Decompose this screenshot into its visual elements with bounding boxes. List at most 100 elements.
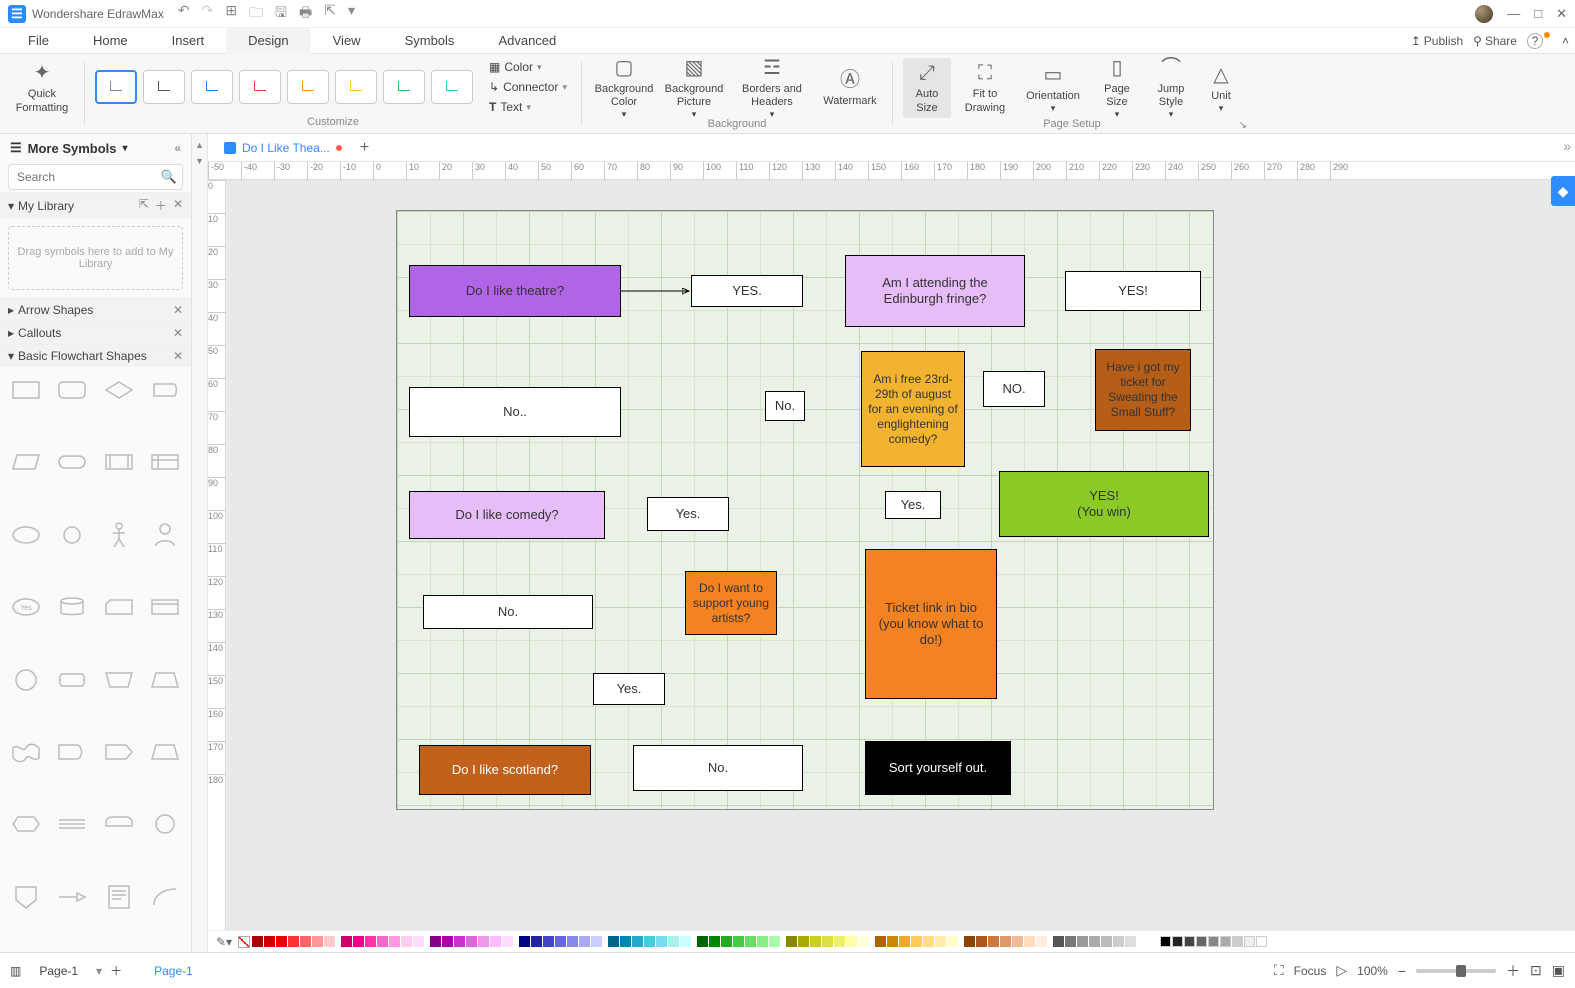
menu-design[interactable]: Design [226, 28, 310, 54]
swatch[interactable] [834, 936, 845, 947]
close-section-icon[interactable]: ✕ [173, 326, 183, 340]
maximize-button[interactable]: □ [1534, 6, 1542, 21]
swatch-bw[interactable] [1256, 936, 1267, 947]
swatch-bw[interactable] [1244, 936, 1255, 947]
node-yes2[interactable]: YES! [1065, 271, 1201, 311]
swatch[interactable] [988, 936, 999, 947]
theme-tile-5[interactable] [287, 70, 329, 104]
swatch[interactable] [478, 936, 489, 947]
shape-ellipse[interactable] [6, 518, 46, 552]
menu-symbols[interactable]: Symbols [383, 28, 477, 54]
shape-lines[interactable] [52, 807, 92, 841]
close-button[interactable]: ✕ [1556, 6, 1567, 22]
swatch[interactable] [899, 936, 910, 947]
shape-decision[interactable] [99, 373, 139, 407]
shape-database[interactable] [52, 590, 92, 624]
fullscreen-icon[interactable]: ⛶ [1274, 962, 1284, 979]
shape-person[interactable] [99, 518, 139, 552]
fit-drawing-button[interactable]: ⛶Fit to Drawing [957, 58, 1013, 118]
swatch[interactable] [1077, 936, 1088, 947]
add-doc-button[interactable]: + [360, 139, 369, 157]
avatar[interactable] [1475, 5, 1493, 23]
menu-home[interactable]: Home [71, 28, 150, 54]
swatch[interactable] [923, 936, 934, 947]
swatch-bw[interactable] [1196, 936, 1207, 947]
swatch[interactable] [769, 936, 780, 947]
swatch[interactable] [579, 936, 590, 947]
theme-tile-6[interactable] [335, 70, 377, 104]
shape-terminator[interactable] [52, 445, 92, 479]
page-size-button[interactable]: ▯Page Size▾ [1093, 58, 1141, 118]
swatch[interactable] [875, 936, 886, 947]
swatch[interactable] [454, 936, 465, 947]
swatch[interactable] [786, 936, 797, 947]
section-my-library[interactable]: ▾My Library ⇱＋✕ [0, 192, 191, 218]
swatch[interactable] [1125, 936, 1136, 947]
save-button[interactable]: 🖫 [275, 2, 287, 26]
print-button[interactable]: 🖶 [299, 2, 312, 26]
swatch[interactable] [911, 936, 922, 947]
swatch[interactable] [680, 936, 691, 947]
shape-internal[interactable] [145, 445, 185, 479]
swatch[interactable] [401, 936, 412, 947]
node-no-tiny[interactable]: No. [765, 391, 805, 421]
shape-merge[interactable] [52, 880, 92, 914]
node-yes-support[interactable]: Yes. [593, 673, 665, 705]
export-button[interactable]: ⇱ [324, 2, 336, 26]
swatch-bw[interactable] [1160, 936, 1171, 947]
section-arrow-shapes[interactable]: ▸Arrow Shapes✕ [0, 298, 191, 321]
node-win[interactable]: YES! (You win) [999, 471, 1209, 537]
connector-dropdown[interactable]: ↳Connector▾ [485, 78, 571, 96]
swatch-bw[interactable] [1184, 936, 1195, 947]
eyedropper-icon[interactable]: ✎▾ [216, 935, 232, 949]
swatch[interactable] [1101, 936, 1112, 947]
auto-size-button[interactable]: ⤢Auto Size [903, 58, 951, 118]
new-button[interactable]: ⊞ [225, 2, 237, 26]
swatch[interactable] [442, 936, 453, 947]
help-button[interactable]: ? [1527, 33, 1552, 49]
shape-arc[interactable] [145, 880, 185, 914]
node-no-big[interactable]: No.. [409, 387, 621, 437]
open-button[interactable]: 🗀 [249, 2, 263, 26]
swatch[interactable] [858, 936, 869, 947]
shape-tag[interactable] [99, 735, 139, 769]
swatch[interactable] [591, 936, 602, 947]
swatch-bw[interactable] [1172, 936, 1183, 947]
node-free-dates[interactable]: Am i free 23rd-29th of august for an eve… [861, 351, 965, 467]
section-callouts[interactable]: ▸Callouts✕ [0, 321, 191, 344]
swatch[interactable] [947, 936, 958, 947]
swatch[interactable] [822, 936, 833, 947]
swatch[interactable] [798, 936, 809, 947]
swatch[interactable] [697, 936, 708, 947]
swatch[interactable] [300, 936, 311, 947]
page-name[interactable]: Page-1 [29, 962, 88, 980]
spinner-up[interactable]: ▲ [195, 140, 204, 150]
theme-tile-8[interactable] [431, 70, 473, 104]
close-section-icon[interactable]: ✕ [173, 303, 183, 317]
more-symbols-header[interactable]: ☰ More Symbols▾ « [0, 134, 191, 162]
shape-offpage[interactable] [6, 880, 46, 914]
canvas[interactable]: Do I like theatre? YES. Am I attending t… [226, 180, 1575, 930]
zoom-in-button[interactable]: ＋ [1506, 961, 1520, 981]
fit-page-icon[interactable]: ⊡ [1530, 962, 1542, 979]
swatch[interactable] [502, 936, 513, 947]
swatch[interactable] [389, 936, 400, 947]
shape-data[interactable] [6, 445, 46, 479]
qat-more[interactable]: ▾ [348, 2, 355, 26]
focus-label[interactable]: Focus [1294, 964, 1327, 978]
undo-button[interactable]: ↶ [178, 2, 190, 26]
node-no-small[interactable]: NO. [983, 371, 1045, 407]
share-button[interactable]: ⚲ Share [1473, 34, 1517, 48]
shape-manual-op[interactable] [99, 663, 139, 697]
swatch[interactable] [709, 936, 720, 947]
no-color[interactable] [238, 936, 250, 948]
swatch-bw[interactable] [1208, 936, 1219, 947]
swatch[interactable] [324, 936, 335, 947]
shape-wave[interactable] [6, 735, 46, 769]
play-icon[interactable]: ▷ [1336, 962, 1347, 979]
swatch[interactable] [353, 936, 364, 947]
swatch[interactable] [757, 936, 768, 947]
node-yes1[interactable]: YES. [691, 275, 803, 307]
node-support[interactable]: Do I want to support young artists? [685, 571, 777, 635]
swatch[interactable] [964, 936, 975, 947]
